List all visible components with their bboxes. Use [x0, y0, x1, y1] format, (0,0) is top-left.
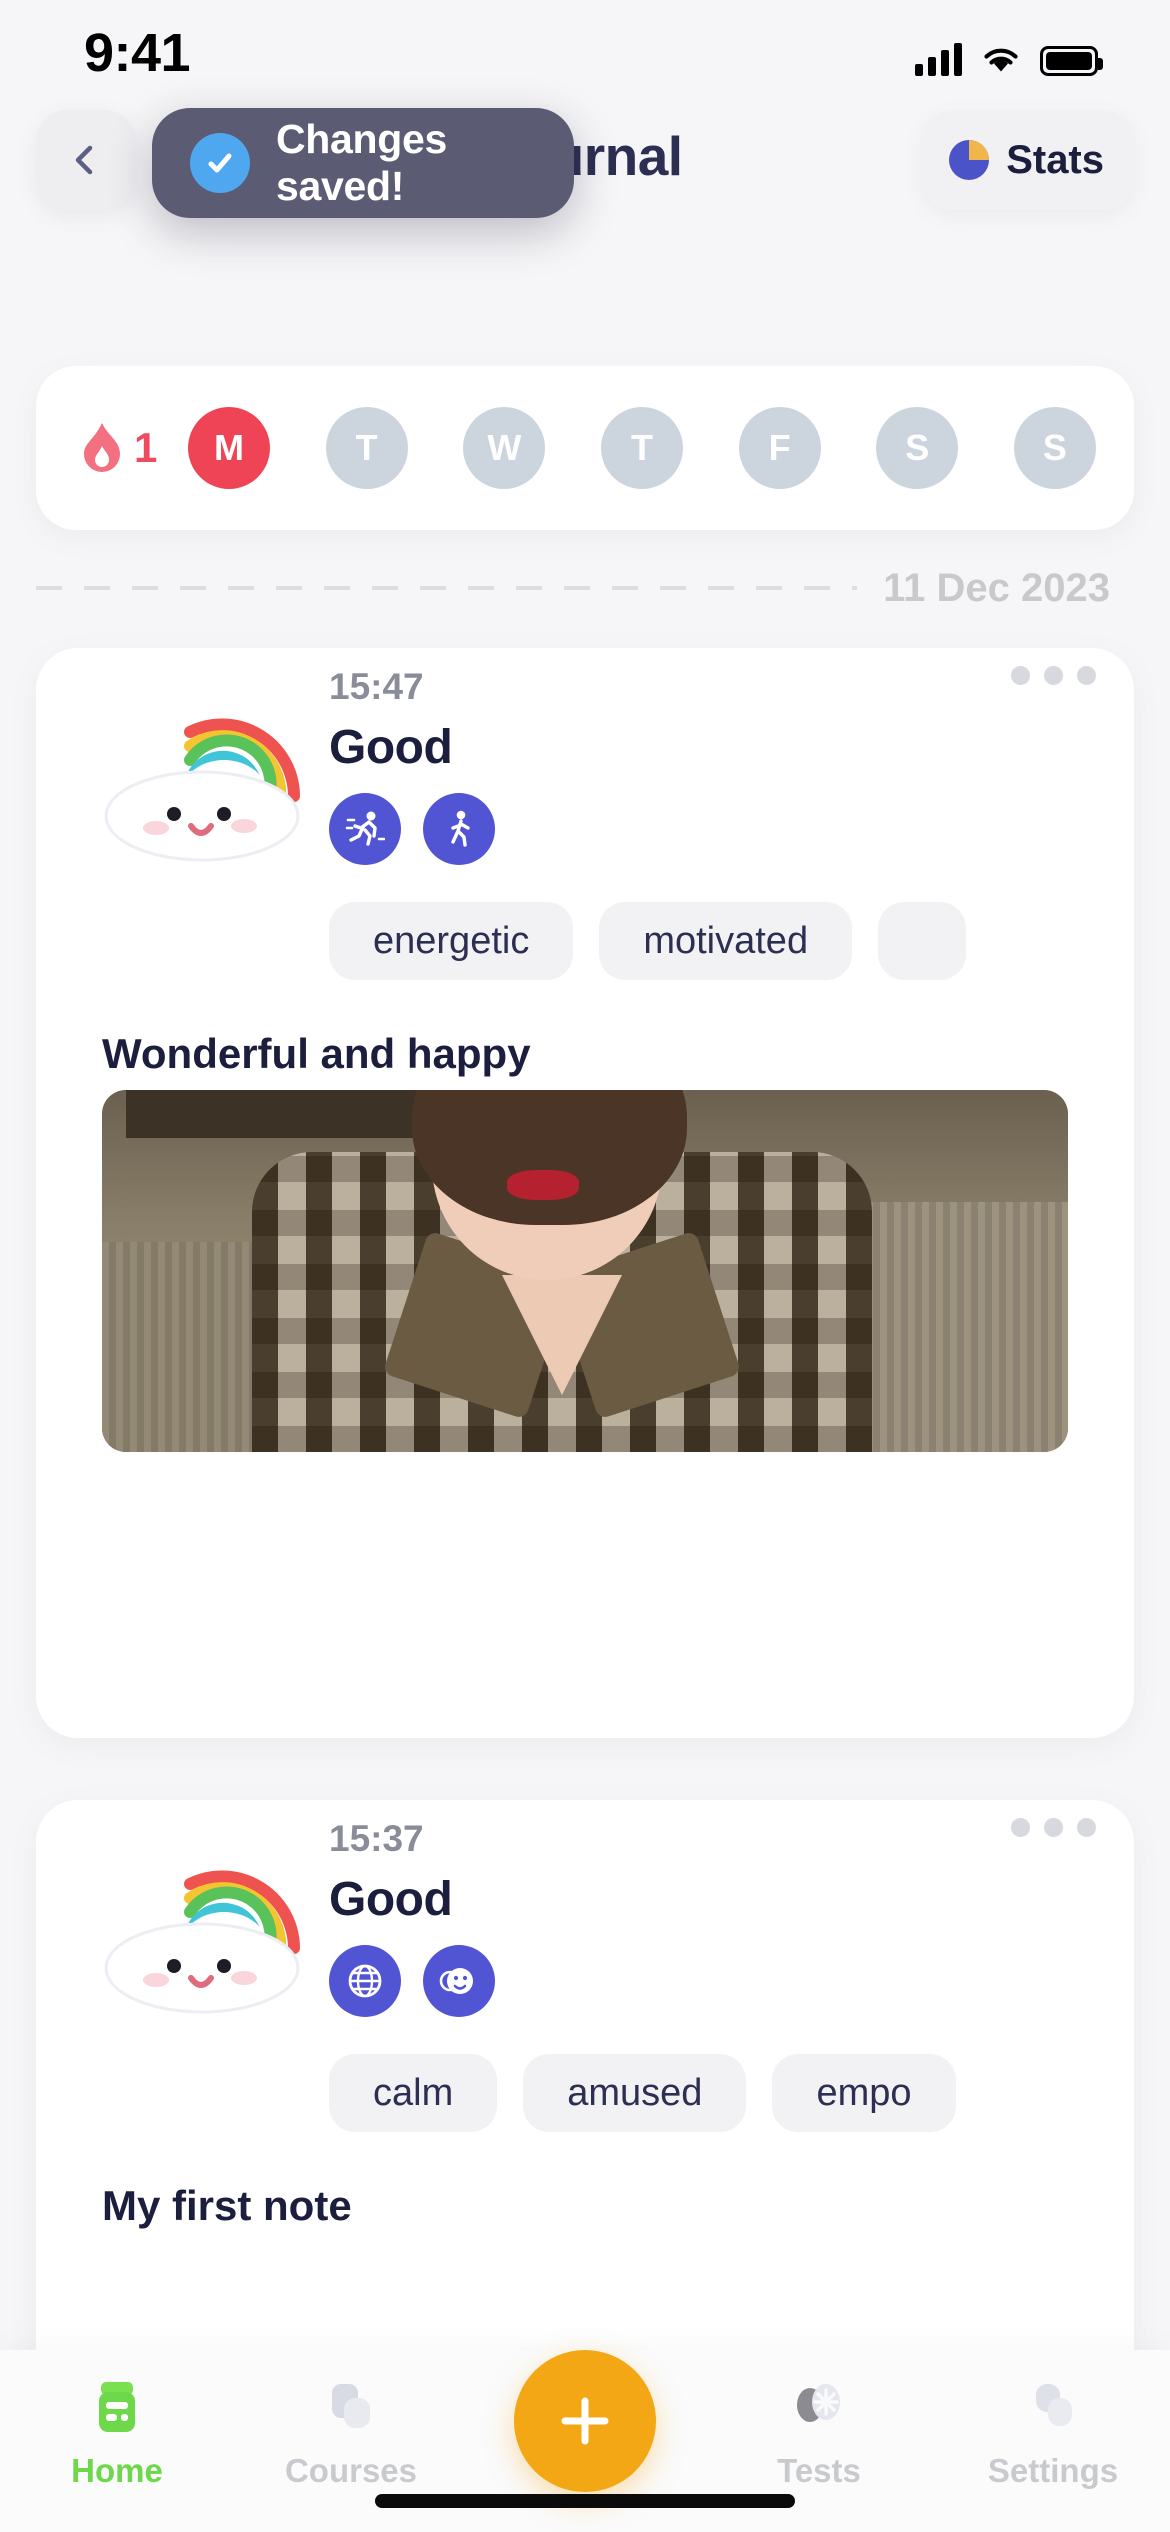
- smiley-face-icon[interactable]: [423, 1945, 495, 2017]
- battery-full-icon: [1040, 46, 1103, 76]
- tag-chip[interactable]: energetic: [329, 902, 574, 980]
- entry-menu-button[interactable]: [1011, 666, 1096, 685]
- entry-activities: [329, 793, 495, 865]
- day-chip-sun[interactable]: S: [1013, 407, 1096, 489]
- tab-add[interactable]: [468, 2350, 702, 2492]
- entry-mood-label: Good: [329, 721, 453, 774]
- tab-home-label: Home: [71, 2452, 163, 2489]
- gear-icon: [1018, 2372, 1088, 2442]
- add-button[interactable]: [514, 2350, 656, 2492]
- flame-icon: [80, 422, 124, 474]
- day-chip-wed[interactable]: W: [463, 407, 546, 489]
- tab-settings-label: Settings: [987, 2452, 1119, 2489]
- stats-button[interactable]: Stats: [922, 110, 1134, 210]
- tag-chip[interactable]: motivated: [599, 902, 853, 980]
- journal-entry-card[interactable]: 15:37 Good calm amused empo My first not…: [36, 1800, 1134, 2420]
- wifi-icon: [980, 44, 1022, 76]
- tag-chip[interactable]: empo: [772, 2054, 956, 2132]
- status-bar-time: 9:41: [84, 23, 191, 83]
- date-label: 11 Dec 2023: [883, 565, 1110, 610]
- day-chip-sat[interactable]: S: [876, 407, 959, 489]
- cloud-rainbow-icon: [98, 704, 326, 864]
- tab-tests[interactable]: Tests: [702, 2372, 936, 2490]
- entry-tags: calm amused empo: [329, 2054, 956, 2132]
- check-circle-icon: [190, 133, 250, 193]
- streak-indicator: 1: [66, 422, 188, 474]
- walking-icon[interactable]: [423, 793, 495, 865]
- entry-time: 15:37: [329, 1818, 424, 1859]
- book-icon: [82, 2372, 152, 2442]
- cloud-rainbow-icon: [98, 1856, 326, 2016]
- week-streak-card: 1 M T W T F S S: [36, 366, 1134, 530]
- tab-settings[interactable]: Settings: [936, 2372, 1170, 2490]
- entry-header: 15:37 Good: [36, 1800, 1134, 2050]
- entry-menu-button[interactable]: [1011, 1818, 1096, 1837]
- entry-header: 15:47 Good: [36, 648, 1134, 898]
- entry-note-text: Wonderful and happy: [102, 1030, 531, 1077]
- cards-icon: [316, 2372, 386, 2442]
- tab-home[interactable]: Home: [0, 2372, 234, 2490]
- streak-count: 1: [134, 424, 158, 471]
- pie-chart-icon: [946, 137, 992, 183]
- entry-time: 15:47: [329, 666, 424, 707]
- day-chip-tue[interactable]: T: [325, 407, 408, 489]
- status-bar: 9:41: [0, 0, 1170, 105]
- journal-entry-card[interactable]: 15:47 Good energetic motivated Wonderful…: [36, 648, 1134, 1738]
- test-icon: [784, 2372, 854, 2442]
- entry-tags: energetic motivated: [329, 902, 967, 980]
- divider-line: [36, 586, 858, 590]
- toast-notification[interactable]: Changes saved!: [152, 108, 574, 218]
- toast-message: Changes saved!: [276, 116, 448, 209]
- entry-note-text: My first note: [102, 2182, 352, 2229]
- tag-chip[interactable]: amused: [523, 2054, 747, 2132]
- tab-courses-label: Courses: [284, 2452, 418, 2489]
- status-bar-indicators: [915, 30, 1103, 76]
- day-chip-fri[interactable]: F: [738, 407, 821, 489]
- running-icon[interactable]: [329, 793, 401, 865]
- tab-courses[interactable]: Courses: [234, 2372, 468, 2490]
- stats-button-label: Stats: [1006, 137, 1104, 182]
- globe-www-icon[interactable]: [329, 1945, 401, 2017]
- entry-mood-label: Good: [329, 1873, 453, 1926]
- date-divider: 11 Dec 2023: [36, 560, 1134, 616]
- day-chip-mon[interactable]: M: [188, 407, 270, 489]
- week-days: M T W T F S S: [188, 407, 1104, 489]
- entry-photo[interactable]: [102, 1090, 1068, 1452]
- cellular-bars-icon: [915, 42, 962, 76]
- tag-chip[interactable]: calm: [329, 2054, 498, 2132]
- tag-chip[interactable]: [878, 902, 967, 980]
- entry-activities: [329, 1945, 495, 2017]
- tab-tests-label: Tests: [777, 2452, 861, 2489]
- day-chip-thu[interactable]: T: [600, 407, 683, 489]
- app-screen: 9:41 Journal Stats Changes saved! 1 M T …: [0, 0, 1170, 2532]
- home-indicator: [375, 2494, 795, 2508]
- plus-icon: [561, 2397, 609, 2445]
